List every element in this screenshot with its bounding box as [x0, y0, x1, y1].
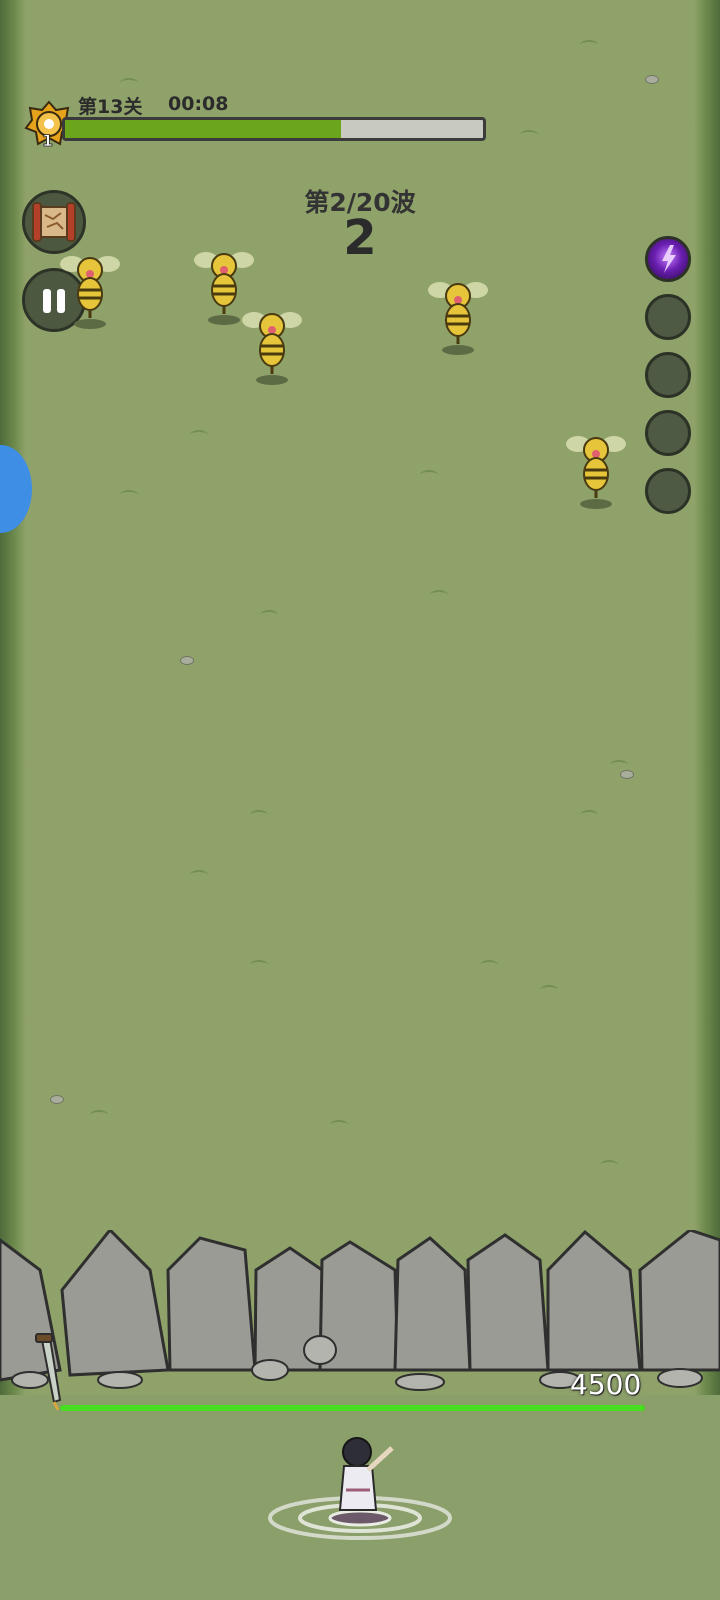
grass-tuft	[120, 490, 138, 500]
grass-tuft	[540, 985, 558, 995]
player-hero	[268, 1437, 452, 1540]
stage-timer: 00:08	[168, 93, 229, 115]
skill-slot-empty[interactable]	[645, 352, 691, 398]
grass-tuft	[250, 960, 268, 970]
bee-enemy	[566, 436, 626, 509]
scroll-map-icon	[32, 202, 76, 242]
bee-enemy	[60, 256, 120, 329]
map-button[interactable]	[22, 190, 86, 254]
grass-tuft	[520, 130, 538, 140]
pebble	[620, 770, 634, 779]
grass-tuft	[430, 590, 448, 600]
stage-progress-fill	[65, 120, 341, 138]
grass-tuft	[600, 1160, 618, 1170]
pebble	[180, 656, 194, 665]
pebble	[50, 1095, 64, 1104]
grass-tuft	[120, 78, 138, 88]
stage-progress-bar	[62, 117, 486, 141]
side-drawer-tab[interactable]	[0, 445, 32, 533]
bee-enemy	[428, 282, 488, 355]
wall-hp-fill	[60, 1405, 645, 1411]
grass-tuft	[580, 810, 598, 820]
grass-tuft	[610, 760, 628, 770]
player-level-number: 1	[42, 131, 53, 150]
grass-tuft	[190, 430, 208, 440]
skill-slot-empty[interactable]	[645, 468, 691, 514]
skill-slot-lightning[interactable]	[645, 236, 691, 282]
grass-tuft	[580, 40, 598, 50]
bee-enemy	[242, 312, 302, 385]
grass-tuft	[330, 1120, 348, 1130]
stage-label: 第13关	[78, 96, 143, 118]
grass-tuft	[90, 1110, 108, 1120]
skill-slot-empty[interactable]	[645, 410, 691, 456]
lightning-icon	[662, 245, 676, 273]
sword-icon	[35, 1333, 62, 1410]
skill-slot-empty[interactable]	[645, 294, 691, 340]
grass-tuft	[190, 870, 208, 880]
wave-countdown: 2	[343, 210, 377, 266]
grass-tuft	[260, 610, 278, 620]
wall-hp-bar	[60, 1405, 645, 1411]
grass-tuft	[250, 810, 268, 820]
pause-icon	[43, 289, 51, 313]
pebble	[645, 75, 659, 84]
wall-hp-value: 4500	[570, 1368, 642, 1401]
grass-tuft	[420, 470, 438, 480]
grass-tuft	[480, 960, 498, 970]
